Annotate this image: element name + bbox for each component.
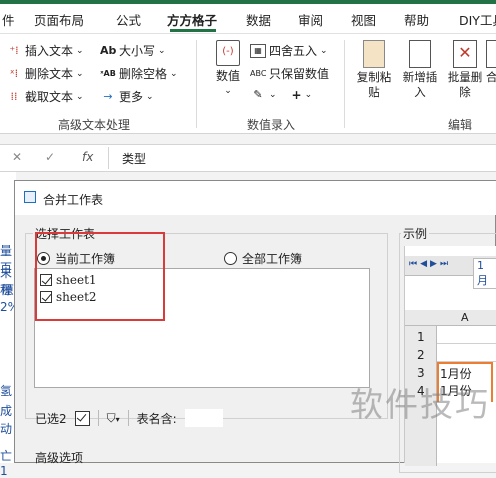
tab-diy[interactable]: DIY工具 [459, 10, 496, 29]
sheet-nav-arrows-icon: ⏮◀▶⏭ [409, 259, 452, 269]
ribbon: ⁺⁞ 插入文本 ⌄ ˣ⁞ 删除文本 ⌄ ⁞⁞ 截取文本 ⌄ Ab 大小写 ⌄ ˣAB 删… [0, 34, 496, 134]
batch-delete-button[interactable]: ✕ 批量删除 [443, 40, 487, 100]
tab-data[interactable]: 数据 [246, 10, 271, 29]
formula-bar: ✕ ✓ fx 类型 [0, 144, 496, 172]
dialog-titlebar: 合并工作表 [15, 181, 496, 215]
tab-view[interactable]: 视图 [351, 10, 376, 29]
insert-sheet-icon [409, 40, 431, 68]
dialog-title: 合并工作表 [43, 193, 104, 207]
tab-fangfang[interactable]: 方方格子 [167, 10, 217, 29]
group-divider [344, 40, 345, 128]
select-all-checkbox[interactable] [74, 410, 90, 426]
watermark: 软件技巧 [350, 385, 490, 424]
keep-value-icon: ABC [250, 68, 267, 78]
merge-button[interactable]: 合并转 [486, 40, 496, 85]
delete-text-icon: ˣ⁞ [9, 66, 19, 80]
arrow-right-icon: → [103, 89, 113, 103]
sheet-tab-strip: ⏮◀▶⏭ 1月 [405, 256, 496, 289]
radio-all-workbooks[interactable]: 全部工作簿 [224, 250, 302, 267]
sheetname-input[interactable] [184, 409, 223, 427]
group-label-text: 高级文本处理 [58, 118, 131, 132]
keep-value-button[interactable]: ABC 只保留数值 [250, 65, 329, 82]
round-button[interactable]: ▦ 四舍五入 ⌄ [250, 42, 328, 59]
edit-icon: ✎ [253, 88, 263, 101]
clipboard-icon [363, 40, 385, 68]
formula-content[interactable]: 类型 [122, 150, 146, 167]
copy-paste-button[interactable]: 复制粘贴 [352, 40, 396, 100]
example-label: 示例 [401, 225, 430, 242]
insert-text-icon: ⁺⁞ [9, 43, 19, 57]
value-icon: (-) [216, 40, 240, 66]
tab-help[interactable]: 帮助 [404, 10, 429, 29]
group-label-numeric: 数值录入 [247, 118, 296, 132]
value-button[interactable]: (-) 数值 ⌄ [208, 40, 248, 99]
radio-off-icon [224, 252, 237, 265]
delete-spaces-button[interactable]: ˣAB 删除空格 ⌄ [100, 65, 177, 82]
title-accent-bar [0, 0, 496, 4]
edit-tools-button[interactable]: ✎ ⌄ + ⌄ [250, 88, 312, 102]
tab-formulas[interactable]: 公式 [116, 10, 141, 29]
filter-icon[interactable]: ⛉▾ [107, 411, 120, 426]
selected-count: 已选2 [35, 411, 67, 426]
group-divider [196, 40, 197, 128]
case-icon: Ab [100, 43, 117, 57]
delete-text-button[interactable]: ˣ⁞ 删除文本 ⌄ [6, 65, 84, 82]
delete-spaces-icon: ˣAB [100, 68, 116, 78]
advanced-options-label: 高级选项 [35, 451, 84, 465]
fx-icon[interactable]: fx [82, 150, 93, 164]
delete-grid-icon: ✕ [453, 40, 477, 68]
plus-icon: + [291, 88, 302, 102]
example-preview: ⏮◀▶⏭ 1月 A 1 2 3 4 1月份 1月份 [404, 246, 496, 466]
sheetname-label: 表名含: [136, 411, 177, 426]
tab-page-layout[interactable]: 页面布局 [34, 10, 84, 29]
truncate-text-button[interactable]: ⁞⁞ 截取文本 ⌄ [6, 88, 84, 105]
add-insert-button[interactable]: 新增插入 [398, 40, 442, 100]
tab-file[interactable]: 件 [2, 10, 15, 29]
app-icon [24, 191, 36, 203]
cancel-icon[interactable]: ✕ [12, 150, 22, 164]
group-label-edit: 编辑 [448, 118, 473, 132]
truncate-text-icon: ⁞⁞ [10, 89, 18, 103]
merge-icon [486, 40, 496, 68]
dialog-footer-row: 已选2 ⛉▾ 表名含: [35, 409, 223, 427]
tab-review[interactable]: 审阅 [298, 10, 323, 29]
ribbon-tabs: 件 页面布局 公式 方方格子 数据 审阅 视图 帮助 DIY工具 [0, 0, 496, 34]
active-tab-indicator [170, 29, 216, 32]
preview-col-header: A [461, 311, 469, 324]
insert-text-button[interactable]: ⁺⁞ 插入文本 ⌄ [6, 42, 83, 59]
confirm-icon[interactable]: ✓ [45, 150, 55, 164]
more-button[interactable]: → 更多 ⌄ [100, 88, 153, 105]
round-icon: ▦ [250, 43, 266, 58]
highlight-box [35, 232, 165, 321]
case-button[interactable]: Ab 大小写 ⌄ [100, 42, 166, 59]
preview-sheet-tab: 1月 [473, 258, 496, 289]
